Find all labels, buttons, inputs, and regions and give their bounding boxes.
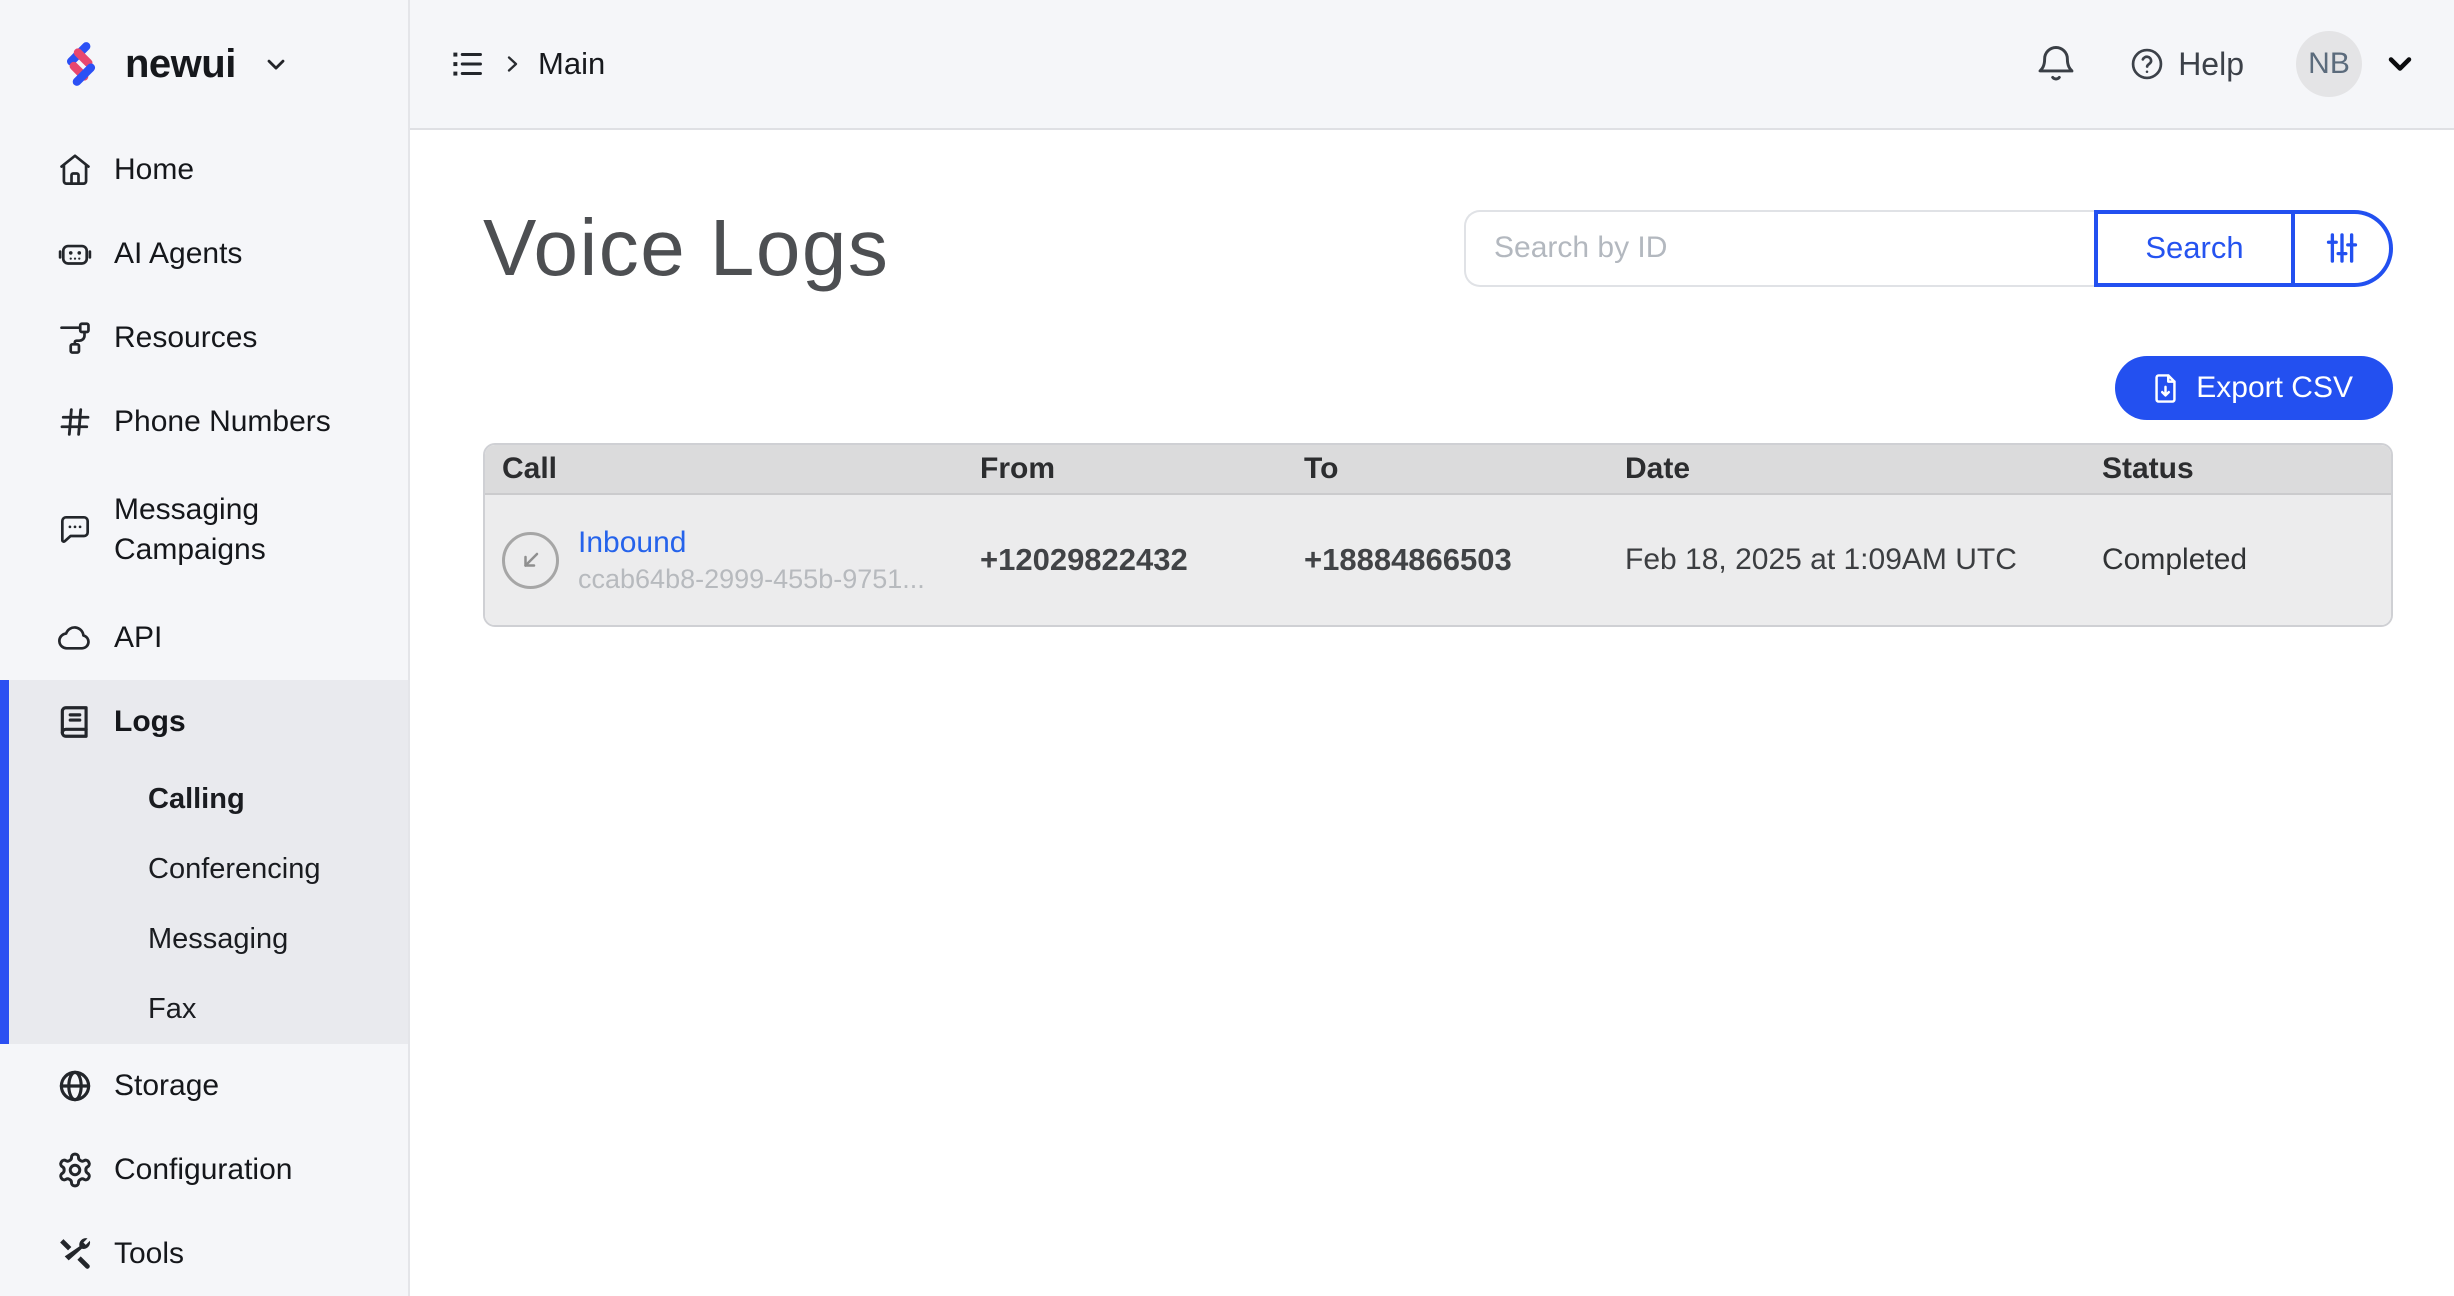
tools-icon xyxy=(56,1235,94,1273)
file-download-icon xyxy=(2149,372,2182,405)
brand-name: newui xyxy=(125,42,236,87)
export-row: Export CSV xyxy=(483,356,2393,420)
sidebar-item-logs[interactable]: Logs xyxy=(0,680,408,764)
gear-icon xyxy=(56,1151,94,1189)
user-menu-chevron-down-icon[interactable] xyxy=(2382,46,2418,82)
hash-icon xyxy=(56,403,94,441)
status-badge: Completed xyxy=(2102,543,2391,577)
sidebar-item-api[interactable]: API xyxy=(0,596,408,680)
sidebar-item-messaging-campaigns[interactable]: Messaging Campaigns xyxy=(0,464,408,596)
from-number: +12029822432 xyxy=(980,542,1304,578)
sidebar-group-logs: Logs Calling Conferencing Messaging Fax xyxy=(0,680,408,1044)
sidebar-item-resources[interactable]: Resources xyxy=(0,296,408,380)
column-header-call: Call xyxy=(485,452,980,486)
robot-icon xyxy=(56,235,94,273)
sidebar-item-configuration[interactable]: Configuration xyxy=(0,1128,408,1212)
table-header-row: Call From To Date Status xyxy=(485,445,2391,495)
column-header-date: Date xyxy=(1625,452,2102,486)
page-title: Voice Logs xyxy=(483,202,889,294)
content-area: Voice Logs Search xyxy=(410,130,2454,1296)
chat-bubble-icon xyxy=(56,511,94,549)
export-csv-label: Export CSV xyxy=(2196,371,2353,405)
sidebar-item-label: Configuration xyxy=(114,1150,292,1190)
sidebar-subitem-messaging[interactable]: Messaging xyxy=(0,904,408,974)
active-indicator xyxy=(0,680,9,1044)
home-icon xyxy=(56,151,94,189)
sidebar-item-label: AI Agents xyxy=(114,234,242,274)
column-header-from: From xyxy=(980,452,1304,486)
sidebar-subitem-conferencing[interactable]: Conferencing xyxy=(0,834,408,904)
help-button[interactable]: Help xyxy=(2128,45,2244,83)
voice-logs-table: Call From To Date Status xyxy=(483,443,2393,627)
column-header-to: To xyxy=(1304,452,1625,486)
sidebar-item-ai-agents[interactable]: AI Agents xyxy=(0,212,408,296)
chevron-right-icon xyxy=(500,52,524,76)
sidebar-item-label: Phone Numbers xyxy=(114,402,331,442)
call-cell: Inbound ccab64b8-2999-455b-9751... xyxy=(485,526,980,595)
sidebar: newui Home xyxy=(0,0,410,1296)
title-row: Voice Logs Search xyxy=(483,202,2393,294)
brand-logo-icon xyxy=(55,39,105,89)
sidebar-subitem-fax[interactable]: Fax xyxy=(0,974,408,1044)
sidebar-item-home[interactable]: Home xyxy=(0,128,408,212)
export-csv-button[interactable]: Export CSV xyxy=(2115,356,2393,420)
call-text: Inbound ccab64b8-2999-455b-9751... xyxy=(578,526,925,595)
sidebar-item-label: Resources xyxy=(114,318,257,358)
sidebar-subitem-calling[interactable]: Calling xyxy=(0,764,408,834)
cloud-icon xyxy=(56,619,94,657)
sidebar-item-label: API xyxy=(114,618,162,658)
avatar[interactable]: NB xyxy=(2296,31,2362,97)
column-header-status: Status xyxy=(2102,452,2391,486)
sliders-filter-icon xyxy=(2321,227,2363,269)
breadcrumb-current[interactable]: Main xyxy=(538,46,605,82)
main-column: Main He xyxy=(410,0,2454,1296)
globe-icon xyxy=(56,1067,94,1105)
brand-menu[interactable]: newui xyxy=(0,0,408,128)
book-icon xyxy=(56,703,94,741)
breadcrumb: Main xyxy=(448,45,605,83)
search-input[interactable] xyxy=(1464,210,2094,287)
top-header: Main He xyxy=(410,0,2454,130)
header-actions: Help NB xyxy=(2034,31,2418,97)
table-row[interactable]: Inbound ccab64b8-2999-455b-9751... +1202… xyxy=(485,495,2391,625)
sidebar-item-label: Logs xyxy=(114,702,186,742)
help-label: Help xyxy=(2178,46,2244,83)
filter-button[interactable] xyxy=(2295,210,2393,287)
call-id: ccab64b8-2999-455b-9751... xyxy=(578,564,925,595)
brand-chevron-down-icon[interactable] xyxy=(262,50,290,78)
sidebar-item-tools[interactable]: Tools xyxy=(0,1212,408,1296)
call-direction-link[interactable]: Inbound xyxy=(578,526,925,560)
search-button[interactable]: Search xyxy=(2094,210,2295,287)
sidebar-item-label: Home xyxy=(114,150,194,190)
nodes-icon xyxy=(56,319,94,357)
call-date: Feb 18, 2025 at 1:09AM UTC xyxy=(1625,543,2102,577)
search-group: Search xyxy=(1464,210,2393,287)
inbound-arrow-icon xyxy=(502,532,559,589)
list-icon[interactable] xyxy=(448,45,486,83)
app-root: newui Home xyxy=(0,0,2454,1296)
sidebar-item-label: Messaging Campaigns xyxy=(114,490,329,569)
sidebar-item-label: Storage xyxy=(114,1066,219,1106)
sidebar-item-storage[interactable]: Storage xyxy=(0,1044,408,1128)
notifications-bell-icon[interactable] xyxy=(2034,42,2078,86)
sidebar-nav: Home AI Agents xyxy=(0,128,408,1296)
sidebar-item-phone-numbers[interactable]: Phone Numbers xyxy=(0,380,408,464)
to-number: +18884866503 xyxy=(1304,542,1625,578)
sidebar-item-label: Tools xyxy=(114,1234,184,1274)
help-circle-icon xyxy=(2128,45,2166,83)
